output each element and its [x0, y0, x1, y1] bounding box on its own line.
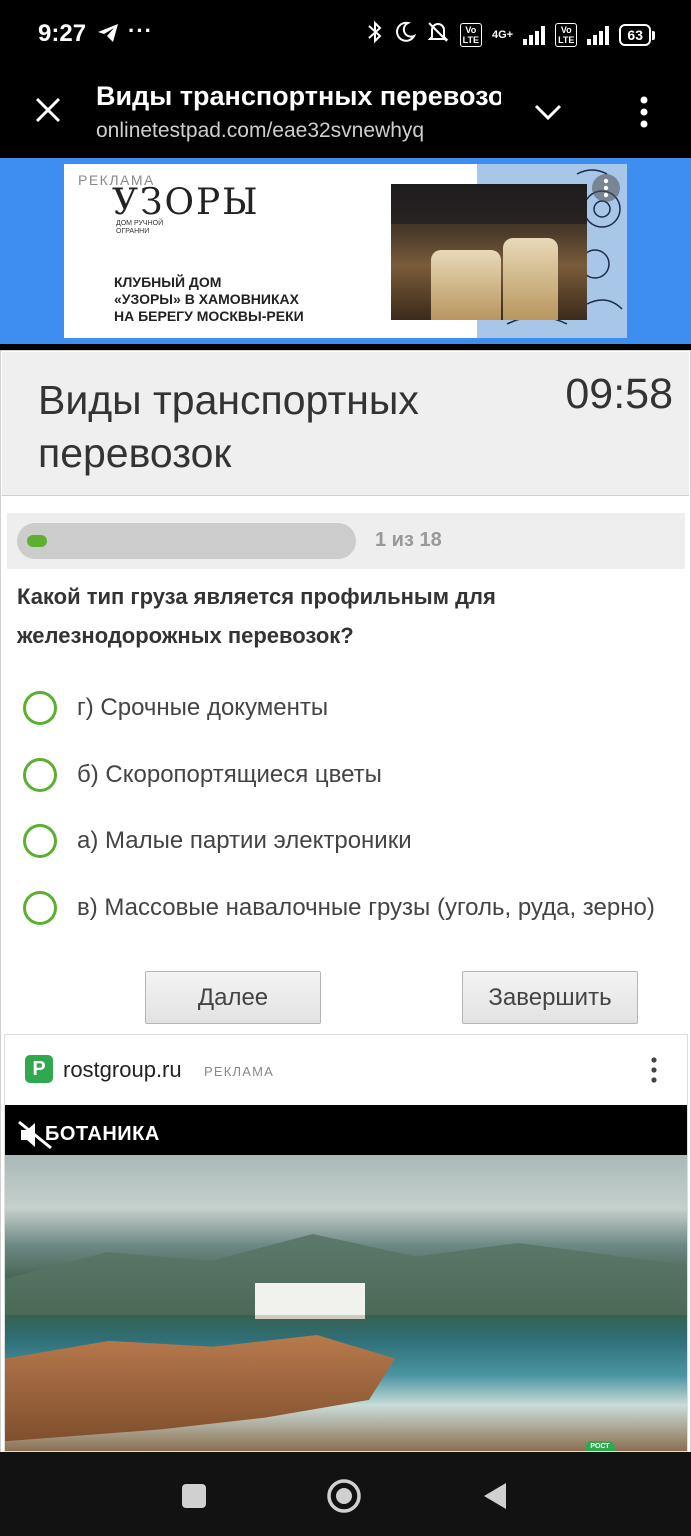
- finish-button[interactable]: Завершить: [462, 971, 638, 1024]
- progress-bar: [17, 523, 356, 559]
- answer-label[interactable]: в) Массовые навалочные грузы (уголь, руд…: [77, 894, 655, 922]
- more-options-icon[interactable]: [626, 90, 662, 134]
- answer-option[interactable]: г) Срочные документы: [23, 683, 683, 733]
- moon-icon: [394, 21, 416, 49]
- ad-options-icon[interactable]: [641, 1053, 667, 1087]
- chevron-down-icon[interactable]: [528, 94, 568, 130]
- ad-copy-line: КЛУБНЫЙ ДОМ: [114, 274, 222, 290]
- system-nav-bar: [0, 1452, 691, 1536]
- close-icon[interactable]: [28, 90, 68, 130]
- volte-badge-2: Vo LTE: [555, 23, 578, 47]
- advertiser-domain[interactable]: rostgroup.ru: [63, 1057, 182, 1083]
- mute-icon[interactable]: [15, 1119, 55, 1151]
- progress-fill: [27, 535, 47, 547]
- test-header: Виды транспортных перевозок 09:58: [2, 352, 689, 496]
- battery-icon: 63: [619, 24, 655, 46]
- ad-copy-line: НА БЕРЕГУ МОСКВЫ-РЕКИ: [114, 308, 304, 324]
- radio-button[interactable]: [23, 758, 57, 792]
- home-icon[interactable]: [322, 1474, 366, 1518]
- radio-button[interactable]: [23, 891, 57, 925]
- ad-copy-line: «УЗОРЫ» В ХАМОВНИКАХ: [114, 291, 299, 307]
- answer-option[interactable]: а) Малые партии электроники: [23, 816, 683, 866]
- ad-brand-subtitle: ДОМ РУЧНОЙ ОГРАННИ: [116, 220, 164, 235]
- browser-toolbar: Виды транспортных перевозо onlinetestpad…: [0, 68, 691, 158]
- ad-copy: КЛУБНЫЙ ДОМ «УЗОРЫ» В ХАМОВНИКАХ НА БЕРЕ…: [114, 274, 374, 325]
- advertiser-logo: P: [25, 1055, 53, 1083]
- volte-badge-1: Vo LTE: [459, 23, 482, 47]
- question-text: Какой тип груза является профильным для …: [17, 584, 496, 648]
- video-brand-title: БОТАНИКА: [45, 1123, 160, 1145]
- network-type-label: 4G+: [491, 28, 514, 41]
- page-url[interactable]: onlinetestpad.com/eae32svnewhyq: [96, 119, 424, 143]
- answer-label[interactable]: г) Срочные документы: [77, 694, 328, 722]
- ad-banner-bottom[interactable]: P rostgroup.ru РЕКЛАМА БОТАНИКА РОСТ: [4, 1034, 688, 1452]
- progress-counter: 1 из 18: [375, 529, 442, 551]
- radio-button[interactable]: [23, 691, 57, 725]
- battery-level: 63: [619, 24, 651, 46]
- bluetooth-icon: [366, 20, 384, 50]
- rost-badge: РОСТ: [585, 1441, 615, 1451]
- network-type: 4G+: [491, 28, 514, 41]
- mute-notifications-icon: [426, 21, 450, 49]
- radio-button[interactable]: [23, 824, 57, 858]
- test-timer: 09:58: [565, 370, 673, 418]
- answer-option[interactable]: б) Скоропортящиеся цветы: [23, 750, 683, 800]
- answer-option[interactable]: в) Массовые навалочные грузы (уголь, руд…: [23, 883, 683, 933]
- back-icon[interactable]: [472, 1474, 516, 1518]
- ad-label: РЕКЛАМА: [204, 1064, 275, 1079]
- ad-banner-content[interactable]: РЕКЛАМА УЗОРЫ ДОМ РУЧНОЙ ОГРАННИ КЛУБНЫЙ…: [64, 164, 627, 338]
- next-button[interactable]: Далее: [145, 971, 321, 1024]
- test-title: Виды транспортных перевозок: [38, 377, 419, 476]
- answer-label[interactable]: а) Малые партии электроники: [77, 827, 412, 855]
- ad-menu-icon[interactable]: [592, 174, 620, 202]
- status-time: 9:27: [38, 20, 87, 47]
- status-icons: Vo LTE 4G+ Vo LTE 63: [366, 20, 655, 50]
- status-bar: 9:27 ··· Vo LTE 4G+ Vo LTE 63: [0, 0, 691, 68]
- ad-photo: [391, 184, 587, 320]
- signal-1-icon: [523, 25, 546, 45]
- video-frame: [5, 1155, 687, 1451]
- ad-video[interactable]: БОТАНИКА РОСТ: [5, 1105, 687, 1451]
- signal-2-icon: [587, 25, 610, 45]
- page-title: Виды транспортных перевозо: [96, 81, 501, 111]
- ad-brand-logo: УЗОРЫ: [112, 182, 260, 223]
- progress-row: 1 из 18: [7, 513, 685, 569]
- ad-banner-top[interactable]: РЕКЛАМА УЗОРЫ ДОМ РУЧНОЙ ОГРАННИ КЛУБНЫЙ…: [0, 158, 691, 344]
- more-notifications-icon: ···: [128, 18, 153, 43]
- recent-apps-icon[interactable]: [172, 1474, 216, 1518]
- answer-label[interactable]: б) Скоропортящиеся цветы: [77, 761, 382, 789]
- telegram-icon: [96, 22, 120, 50]
